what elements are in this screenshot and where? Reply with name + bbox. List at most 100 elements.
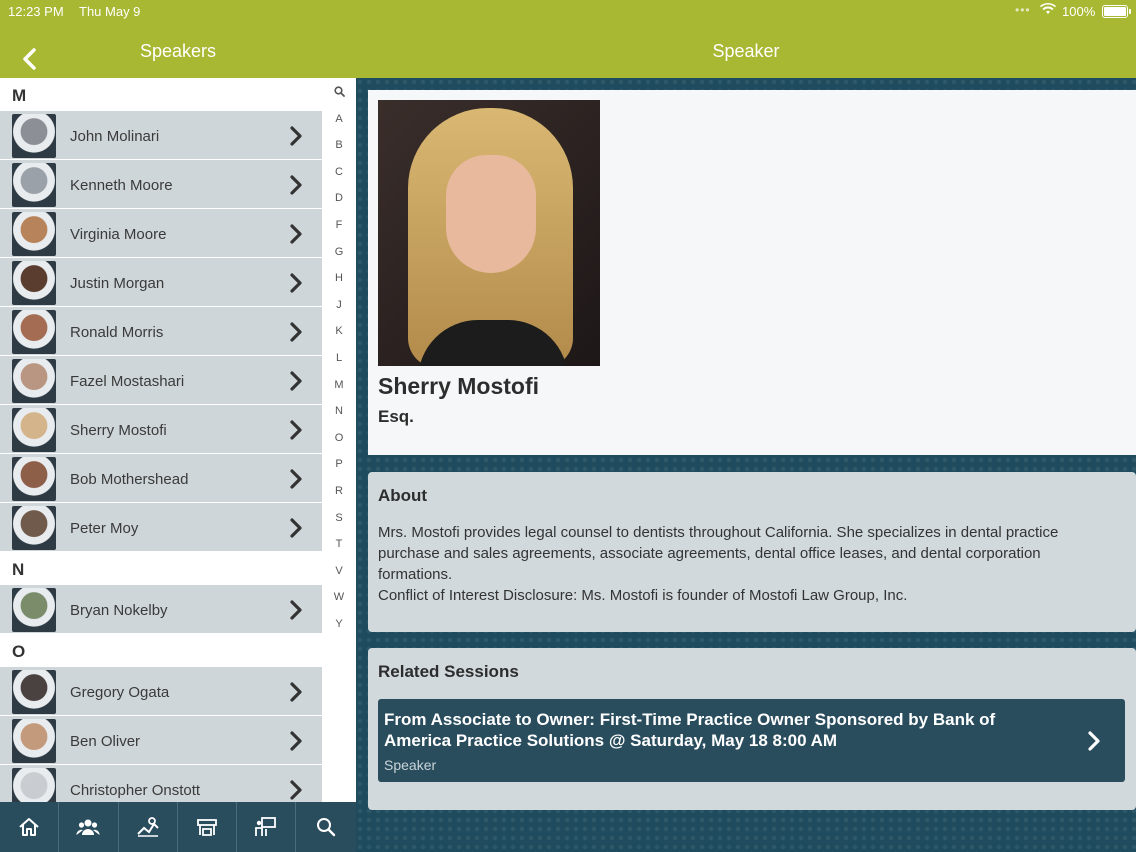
speaker-credential: Esq. (378, 407, 414, 426)
speaker-row[interactable]: Gregory Ogata (0, 667, 322, 716)
index-letter[interactable]: P (326, 458, 352, 485)
index-letter[interactable]: F (326, 219, 352, 246)
speaker-title: Speaker (712, 41, 780, 61)
chevron-right-icon (1088, 731, 1100, 751)
about-line: formations. (378, 566, 453, 583)
index-letter[interactable]: R (326, 485, 352, 512)
battery-icon (1102, 5, 1131, 18)
about-header: About (378, 486, 428, 505)
related-sessions-card: Related Sessions From Associate to Owner… (368, 648, 1136, 810)
avatar (12, 457, 56, 501)
related-sessions-header: Related Sessions (378, 662, 519, 681)
index-letter[interactable]: D (326, 192, 352, 219)
avatar (12, 114, 56, 158)
speaker-header: Speaker (356, 24, 1136, 78)
speaker-photo (378, 100, 600, 366)
tab-speakers[interactable] (59, 802, 119, 852)
avatar (12, 588, 56, 632)
speaker-row[interactable]: Kenneth Moore (0, 160, 322, 209)
chevron-right-icon (290, 371, 302, 391)
speaker-row[interactable]: Ronald Morris (0, 307, 322, 356)
avatar (12, 719, 56, 763)
speaker-row[interactable]: Peter Moy (0, 503, 322, 552)
chevron-right-icon (290, 469, 302, 489)
session-role: Speaker (384, 757, 437, 773)
tab-map[interactable] (119, 802, 178, 852)
speaker-row[interactable]: Ben Oliver (0, 716, 322, 765)
index-search-icon[interactable] (326, 86, 352, 113)
index-letter[interactable]: T (326, 538, 352, 565)
section-header: N (0, 552, 356, 585)
index-letter[interactable]: N (326, 405, 352, 432)
speaker-row[interactable]: Bryan Nokelby (0, 585, 322, 634)
session-title: From Associate to Owner: First-Time Prac… (384, 710, 996, 750)
index-letter[interactable]: Y (326, 618, 352, 645)
index-letter[interactable]: A (326, 113, 352, 140)
index-letter[interactable]: G (326, 246, 352, 273)
index-letter[interactable]: C (326, 166, 352, 193)
speaker-row[interactable]: John Molinari (0, 111, 322, 160)
index-letter[interactable]: M (326, 379, 352, 406)
avatar (12, 670, 56, 714)
section-header: M (0, 78, 356, 111)
speaker-row-name: Virginia Moore (70, 226, 167, 243)
index-letter[interactable]: J (326, 299, 352, 326)
speaker-row[interactable]: Sherry Mostofi (0, 405, 322, 454)
home-icon (19, 818, 39, 836)
status-bar: 12:23 PM Thu May 9 ••• 100% (0, 0, 1136, 24)
index-letter[interactable]: K (326, 325, 352, 352)
booth-icon (197, 819, 217, 836)
speakers-header: Speakers (0, 24, 356, 78)
speaker-row-name: Ben Oliver (70, 733, 141, 750)
presenter-icon (255, 817, 277, 836)
session-item[interactable]: From Associate to Owner: First-Time Prac… (378, 699, 1125, 782)
speaker-row[interactable]: Justin Morgan (0, 258, 322, 307)
speaker-row[interactable]: Christopher Onstott (0, 765, 322, 802)
chevron-right-icon (290, 273, 302, 293)
speaker-row[interactable]: Virginia Moore (0, 209, 322, 258)
tab-exhibitors[interactable] (178, 802, 238, 852)
index-letter[interactable]: O (326, 432, 352, 459)
index-letter[interactable]: V (326, 565, 352, 592)
tab-bar (0, 802, 356, 852)
about-card: About Mrs. Mostofi provides legal counse… (368, 472, 1136, 632)
back-button[interactable] (18, 38, 40, 70)
speakers-title: Speakers (139, 41, 217, 61)
tab-home[interactable] (0, 802, 60, 852)
chevron-right-icon (290, 682, 302, 702)
about-line: Mrs. Mostofi provides legal counsel to d… (378, 524, 1059, 541)
index-letter[interactable]: W (326, 591, 352, 618)
chevron-right-icon (290, 322, 302, 342)
speaker-row-name: Ronald Morris (70, 324, 164, 341)
speaker-row-name: Fazel Mostashari (70, 373, 185, 390)
speaker-list[interactable]: M John Molinari Kenneth Moore Virginia Moor… (0, 78, 356, 802)
alphabet-index[interactable]: ABCDFGHJKLMNOPRSTVWY (326, 86, 352, 644)
chevron-left-icon (23, 48, 36, 70)
avatar (12, 310, 56, 354)
tab-presenters[interactable] (237, 802, 297, 852)
about-text: Mrs. Mostofi provides legal counsel to d… (378, 522, 1123, 606)
avatar (12, 408, 56, 452)
index-letter[interactable]: L (326, 352, 352, 379)
speaker-row-name: Bryan Nokelby (70, 602, 168, 619)
speaker-row-name: Sherry Mostofi (70, 422, 167, 439)
multitask-dots-icon: ••• (1015, 3, 1031, 17)
chevron-right-icon (290, 224, 302, 244)
wifi-icon (1040, 2, 1056, 19)
avatar (12, 261, 56, 305)
about-line: Conflict of Interest Disclosure: Ms. Mos… (378, 587, 908, 604)
speaker-row-name: Bob Mothershead (70, 471, 189, 488)
chevron-right-icon (290, 420, 302, 440)
avatar (12, 359, 56, 403)
chevron-right-icon (290, 780, 302, 800)
speaker-name: Sherry Mostofi (378, 373, 540, 399)
tab-search[interactable] (296, 802, 355, 852)
index-letter[interactable]: S (326, 512, 352, 539)
speaker-row[interactable]: Bob Mothershead (0, 454, 322, 503)
avatar (12, 768, 56, 802)
speaker-row[interactable]: Fazel Mostashari (0, 356, 322, 405)
status-date: Thu May 9 (79, 4, 141, 19)
index-letter[interactable]: H (326, 272, 352, 299)
avatar (12, 212, 56, 256)
index-letter[interactable]: B (326, 139, 352, 166)
